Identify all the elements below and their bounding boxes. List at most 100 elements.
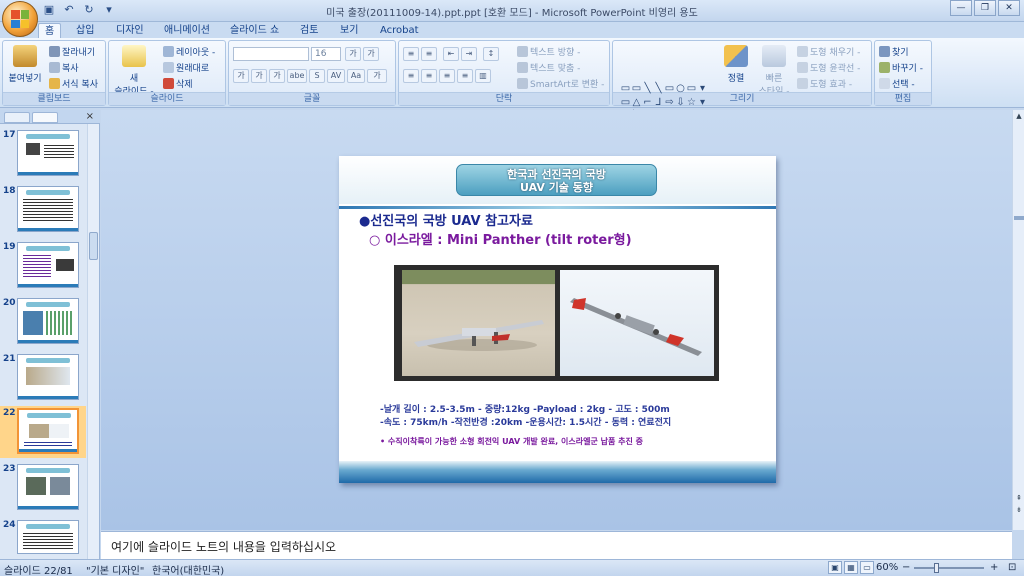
underline-button[interactable]: 가 (269, 69, 285, 83)
slide-thumbnail[interactable]: 20 (0, 298, 86, 348)
new-slide-button[interactable]: 새 슬라이드 - (113, 45, 155, 97)
shape-item[interactable]: ☆ (686, 96, 697, 110)
slide-spec-line-1[interactable]: -날개 길이 : 2.5-3.5m - 중량:12kg -Payload : 2… (380, 402, 670, 415)
align-right-icon[interactable]: ≡ (439, 69, 455, 83)
scrollbar-thumb[interactable] (89, 232, 98, 260)
zoom-slider-knob[interactable] (934, 563, 939, 573)
shape-item[interactable]: ⅃ (653, 96, 664, 110)
paste-button[interactable]: 붙여넣기 (7, 45, 43, 84)
language-indicator[interactable]: 한국어(대한민국) (152, 562, 224, 576)
slide-thumbnail-selected[interactable]: 22 (0, 406, 86, 458)
columns-icon[interactable]: ▥ (475, 69, 491, 83)
shadow-button[interactable]: S (309, 69, 325, 83)
quick-styles-button[interactable]: 빠른 스타일 - (757, 45, 791, 97)
shape-item[interactable]: ▭ (631, 82, 642, 96)
font-size-combo[interactable]: 16 (311, 47, 341, 61)
shape-item[interactable]: ▭ (686, 82, 697, 96)
tab-acrobat[interactable]: Acrobat (374, 23, 425, 38)
replace-button[interactable]: 바꾸기 - (879, 61, 923, 74)
tab-design[interactable]: 디자인 (110, 23, 150, 38)
find-button[interactable]: 찾기 (879, 45, 909, 58)
text-direction-button[interactable]: 텍스트 방향 - (517, 45, 580, 58)
shape-item[interactable]: △ (631, 96, 642, 110)
tab-insert[interactable]: 삽입 (70, 23, 100, 38)
layout-button[interactable]: 레이아웃 - (163, 45, 215, 58)
scroll-thumb[interactable] (1014, 216, 1024, 220)
select-button[interactable]: 선택 - (879, 77, 915, 90)
slide-thumbnail[interactable]: 21 (0, 354, 86, 404)
uav-photo-pair[interactable] (394, 265, 719, 381)
zoom-slider[interactable] (914, 567, 984, 569)
delete-slide-button[interactable]: 삭제 (163, 77, 193, 90)
tab-view[interactable]: 보기 (334, 23, 364, 38)
smartart-button[interactable]: SmartArt로 변환 - (517, 77, 604, 90)
change-case-button[interactable]: Aa (347, 69, 365, 83)
arrange-button[interactable]: 정렬 (721, 45, 751, 84)
next-slide-icon[interactable]: ⇟ (1014, 506, 1024, 514)
decrease-indent-icon[interactable]: ⇤ (443, 47, 459, 61)
copy-button[interactable]: 복사 (49, 61, 79, 74)
italic-button[interactable]: 가 (251, 69, 267, 83)
shape-item[interactable]: ╲ (642, 82, 653, 96)
outline-tab-icon[interactable] (32, 112, 58, 123)
bold-button[interactable]: 가 (233, 69, 249, 83)
tab-slideshow[interactable]: 슬라이드 쇼 (224, 23, 285, 38)
reset-button[interactable]: 원래대로 (163, 61, 209, 74)
slide-sorter-icon[interactable]: ▦ (844, 561, 858, 574)
close-button[interactable]: ✕ (998, 0, 1020, 16)
notes-pane[interactable]: 여기에 슬라이드 노트의 내용을 입력하십시오 (101, 531, 1012, 559)
tab-review[interactable]: 검토 (294, 23, 324, 38)
strikethrough-button[interactable]: abe (287, 69, 307, 83)
thumbnail-scrollbar[interactable] (87, 124, 99, 559)
shape-item[interactable]: ⌐ (642, 96, 653, 110)
tab-home[interactable]: 홈 (38, 23, 62, 38)
slide-thumbnail[interactable]: 18 (0, 186, 86, 236)
shape-fill-button[interactable]: 도형 채우기 - (797, 45, 860, 58)
slide-subheading[interactable]: ○ 이스라엘 : Mini Panther (tilt roter형) (369, 229, 632, 248)
slide-thumbnail[interactable]: 23 (0, 464, 86, 514)
shape-item[interactable]: ○ (675, 82, 686, 96)
shape-item[interactable]: ⇩ (675, 96, 686, 110)
justify-icon[interactable]: ≡ (457, 69, 473, 83)
shape-item[interactable]: ▭ (620, 82, 631, 96)
shape-item[interactable]: ▾ (697, 96, 708, 110)
minimize-button[interactable]: — (950, 0, 972, 16)
slide-canvas[interactable]: 한국과 선진국의 국방 UAV 기술 동향 ●선진국의 국방 UAV 참고자료 … (339, 156, 776, 483)
shape-outline-button[interactable]: 도형 윤곽선 - (797, 61, 860, 74)
slides-tab-icon[interactable] (4, 112, 30, 123)
increase-indent-icon[interactable]: ⇥ (461, 47, 477, 61)
slide-spec-line-2[interactable]: -속도 : 75km/h -작전반경 :20km -운용시간: 1.5시간 - … (380, 415, 671, 428)
char-spacing-button[interactable]: AV (327, 69, 345, 83)
shape-item[interactable]: ▾ (697, 82, 708, 96)
numbering-icon[interactable]: ≡ (421, 47, 437, 61)
zoom-in-button[interactable]: + (990, 562, 998, 573)
font-color-button[interactable]: 가 (367, 69, 387, 83)
slide-heading[interactable]: ●선진국의 국방 UAV 참고자료 (359, 210, 533, 229)
shape-item[interactable]: ╲ (653, 82, 664, 96)
grow-font-button[interactable]: 가 (345, 47, 361, 61)
normal-view-icon[interactable]: ▣ (828, 561, 842, 574)
bullets-icon[interactable]: ≡ (403, 47, 419, 61)
fit-to-window-icon[interactable]: ⊡ (1008, 562, 1016, 573)
shape-item[interactable]: ⇨ (664, 96, 675, 110)
shape-item[interactable]: ▭ (620, 96, 631, 110)
slide-bullet-note[interactable]: • 수직이착륙이 가능한 소형 회전익 UAV 개발 완료, 이스라엘군 납품 … (380, 436, 643, 447)
align-left-icon[interactable]: ≡ (403, 69, 419, 83)
align-text-button[interactable]: 텍스트 맞춤 - (517, 61, 580, 74)
shrink-font-button[interactable]: 가 (363, 47, 379, 61)
panel-close-icon[interactable]: × (86, 111, 94, 122)
format-painter-button[interactable]: 서식 복사 (49, 77, 98, 90)
zoom-out-button[interactable]: − (902, 562, 910, 573)
office-button[interactable] (2, 1, 38, 37)
zoom-level[interactable]: 60% (876, 562, 898, 573)
tab-animations[interactable]: 애니메이션 (158, 23, 216, 38)
slideshow-icon[interactable]: ▭ (860, 561, 874, 574)
cut-button[interactable]: 잘라내기 (49, 45, 95, 58)
maximize-button[interactable]: ❐ (974, 0, 996, 16)
shape-item[interactable]: ▭ (664, 82, 675, 96)
slide-thumbnail[interactable]: 17 (0, 130, 86, 180)
font-name-combo[interactable] (233, 47, 309, 61)
shape-effects-button[interactable]: 도형 효과 - (797, 77, 852, 90)
prev-slide-icon[interactable]: ⇞ (1014, 494, 1024, 502)
slide-thumbnail[interactable]: 19 (0, 242, 86, 292)
